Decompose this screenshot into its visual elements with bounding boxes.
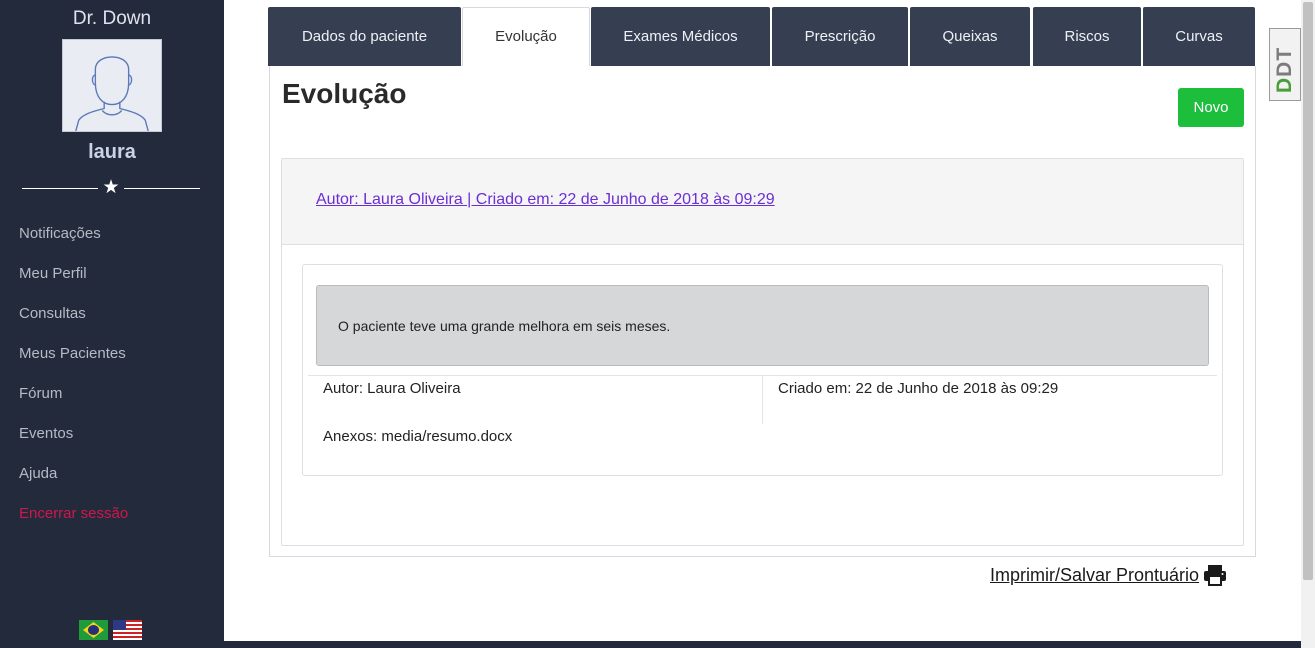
evolution-text: O paciente teve uma grande melhora em se… bbox=[338, 318, 671, 334]
divider: ★ bbox=[22, 177, 200, 198]
evolution-text-box: O paciente teve uma grande melhora em se… bbox=[316, 285, 1209, 366]
sidebar-item-meus-pacientes[interactable]: Meus Pacientes bbox=[19, 340, 128, 380]
tab-queixas[interactable]: Queixas bbox=[910, 7, 1030, 66]
divider-line-left bbox=[22, 188, 98, 189]
sidebar-item-meu-perfil[interactable]: Meu Perfil bbox=[19, 260, 128, 300]
evolution-author: Autor: Laura Oliveira bbox=[323, 380, 461, 397]
avatar[interactable] bbox=[62, 39, 162, 132]
sidebar-nav: Notificações Meu Perfil Consultas Meus P… bbox=[19, 220, 128, 540]
divider-line-right bbox=[124, 188, 200, 189]
tab-dados-do-paciente[interactable]: Dados do paciente bbox=[268, 7, 461, 66]
sidebar-item-ajuda[interactable]: Ajuda bbox=[19, 460, 128, 500]
sidebar-item-eventos[interactable]: Eventos bbox=[19, 420, 128, 460]
evolution-attachments: Anexos: media/resumo.docx bbox=[323, 428, 512, 445]
logout-link[interactable]: Encerrar sessão bbox=[19, 500, 128, 540]
usa-flag-icon[interactable] bbox=[113, 620, 142, 640]
language-switcher bbox=[79, 620, 142, 640]
footer-bar bbox=[224, 641, 1315, 648]
drdt-logo: DDT bbox=[1269, 28, 1301, 101]
brand-title: Dr. Down bbox=[72, 8, 152, 29]
brazil-flag-icon[interactable] bbox=[79, 620, 108, 640]
evolution-card-header: Autor: Laura Oliveira | Criado em: 22 de… bbox=[282, 159, 1243, 245]
print-link[interactable]: Imprimir/Salvar Prontuário bbox=[990, 564, 1227, 586]
sidebar-item-notificacoes[interactable]: Notificações bbox=[19, 220, 128, 260]
attachments-label: Anexos: bbox=[323, 428, 378, 445]
page-title: Evolução bbox=[282, 78, 407, 109]
printer-icon[interactable] bbox=[1203, 564, 1227, 586]
sidebar: Dr. Down laura ★ Notificações Meu Perfil… bbox=[0, 0, 224, 648]
scrollbar-thumb[interactable] bbox=[1303, 2, 1313, 580]
user-avatar-icon bbox=[75, 56, 149, 132]
sidebar-item-forum[interactable]: Fórum bbox=[19, 380, 128, 420]
username[interactable]: laura bbox=[0, 141, 224, 164]
tab-prescricao[interactable]: Prescrição bbox=[772, 7, 908, 66]
tab-curvas[interactable]: Curvas bbox=[1143, 7, 1255, 66]
evolution-created-date: Criado em: 22 de Junho de 2018 às 09:29 bbox=[778, 380, 1059, 397]
tab-riscos[interactable]: Riscos bbox=[1033, 7, 1141, 66]
sidebar-item-consultas[interactable]: Consultas bbox=[19, 300, 128, 340]
drdt-logo-text: DDT bbox=[1273, 46, 1296, 93]
tab-exames-medicos[interactable]: Exames Médicos bbox=[591, 7, 770, 66]
entry-column-divider bbox=[762, 376, 763, 424]
star-icon: ★ bbox=[102, 177, 120, 198]
evolution-header-link[interactable]: Autor: Laura Oliveira | Criado em: 22 de… bbox=[316, 191, 775, 209]
attachment-file[interactable]: media/resumo.docx bbox=[381, 428, 512, 445]
tab-evolucao[interactable]: Evolução bbox=[462, 7, 590, 66]
new-button[interactable]: Novo bbox=[1178, 88, 1244, 127]
print-link-label[interactable]: Imprimir/Salvar Prontuário bbox=[990, 565, 1199, 586]
scrollbar[interactable] bbox=[1301, 0, 1315, 648]
